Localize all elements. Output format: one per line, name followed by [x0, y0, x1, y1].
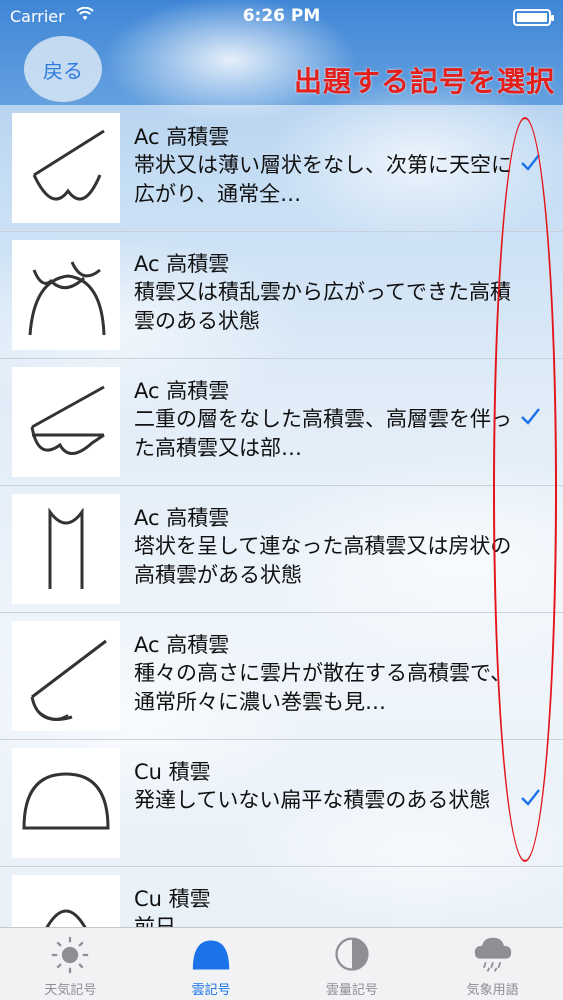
item-title: Cu 積雲: [134, 760, 211, 784]
tab-rain-cloud[interactable]: 気象用語: [422, 928, 563, 1000]
sun-icon: [52, 936, 89, 974]
ac-double-layer-icon: [12, 367, 120, 477]
item-title: Ac 高積雲: [134, 125, 230, 149]
checkmark-icon: [521, 154, 540, 171]
item-text: Cu 積雲前日…: [134, 885, 529, 927]
list-item[interactable]: Cu 積雲発達していない扁平な積雲のある状態: [0, 740, 563, 867]
half-circle-icon: [335, 937, 369, 971]
list-item[interactable]: Ac 高積雲積雲又は積乱雲から広がってできた高積雲のある状態: [0, 232, 563, 359]
tab-label: 天気記号: [44, 983, 97, 998]
cu-flat-icon: [12, 748, 120, 858]
item-text: Ac 高積雲種々の高さに雲片が散在する高積雲で、通常所々に濃い巻雲も見…: [134, 631, 529, 717]
item-title: Ac 高積雲: [134, 506, 230, 530]
tab-bar: 天気記号 雲記号 雲量記号 気象用語: [0, 927, 563, 1000]
item-description: 種々の高さに雲片が散在する高積雲で、通常所々に濃い巻雲も見…: [134, 661, 512, 714]
tab-label: 雲量記号: [325, 983, 378, 998]
item-text: Ac 高積雲積雲又は積乱雲から広がってできた高積雲のある状態: [134, 250, 529, 336]
item-description: 塔状を呈して連なった高積雲又は房状の高積雲がある状態: [134, 534, 512, 587]
battery-icon: [513, 9, 554, 26]
cu-developed-icon: [12, 875, 120, 927]
item-description: 二重の層をなした高積雲、高層雲を伴った高積雲又は部…: [134, 407, 512, 460]
item-description: 前日…: [134, 915, 197, 927]
item-title: Ac 高積雲: [134, 252, 230, 276]
item-text: Ac 高積雲帯状又は薄い層状をなし、次第に天空に広がり、通常全…: [134, 123, 529, 209]
item-description: 帯状又は薄い層状をなし、次第に天空に広がり、通常全…: [134, 153, 512, 206]
ac-chaotic-icon: [12, 621, 120, 731]
item-title: Ac 高積雲: [134, 379, 230, 403]
battery-fill: [517, 13, 547, 22]
tab-sun[interactable]: 天気記号: [0, 928, 141, 1000]
list-item[interactable]: Cu 積雲前日…: [0, 867, 563, 927]
list-item[interactable]: Ac 高積雲塔状を呈して連なった高積雲又は房状の高積雲がある状態: [0, 486, 563, 613]
tab-label: 気象用語: [466, 983, 519, 998]
status-bar: Carrier 6:26 PM: [0, 0, 563, 34]
ac-from-cumulus-icon: [12, 240, 120, 350]
cloud-dome-icon: [192, 940, 230, 970]
back-button[interactable]: 戻る: [24, 36, 102, 102]
item-title: Ac 高積雲: [134, 633, 230, 657]
item-text: Ac 高積雲塔状を呈して連なった高積雲又は房状の高積雲がある状態: [134, 504, 529, 590]
list-item[interactable]: Ac 高積雲二重の層をなした高積雲、高層雲を伴った高積雲又は部…: [0, 359, 563, 486]
cloud-symbol-list[interactable]: Ac 高積雲 帯状又は薄い層状をなし、次第に天空に広がり、通常全… Ac 高積雲 積雲…: [0, 105, 563, 927]
ac-castellanus-icon: [12, 494, 120, 604]
item-description: 積雲又は積乱雲から広がってできた高積雲のある状態: [134, 280, 511, 333]
ac-band-icon: [12, 113, 120, 223]
item-text: Ac 高積雲二重の層をなした高積雲、高層雲を伴った高積雲又は部…: [134, 377, 529, 463]
rain-cloud-icon: [474, 937, 511, 972]
checkmark-icon: [521, 789, 540, 806]
page-title: 出題する記号を選択: [293, 65, 555, 98]
item-title: Cu 積雲: [134, 887, 211, 911]
clock-label: 6:26 PM: [242, 6, 321, 26]
item-text: Cu 積雲発達していない扁平な積雲のある状態: [134, 758, 529, 815]
list-item[interactable]: Ac 高積雲帯状又は薄い層状をなし、次第に天空に広がり、通常全…: [0, 105, 563, 232]
checkmark-icon: [521, 408, 540, 425]
item-description: 発達していない扁平な積雲のある状態: [134, 788, 491, 812]
list-item[interactable]: Ac 高積雲種々の高さに雲片が散在する高積雲で、通常所々に濃い巻雲も見…: [0, 613, 563, 740]
tab-cloud-dome[interactable]: 雲記号: [141, 928, 282, 1000]
tab-half-circle[interactable]: 雲量記号: [282, 928, 423, 1000]
tab-label: 雲記号: [191, 983, 231, 998]
